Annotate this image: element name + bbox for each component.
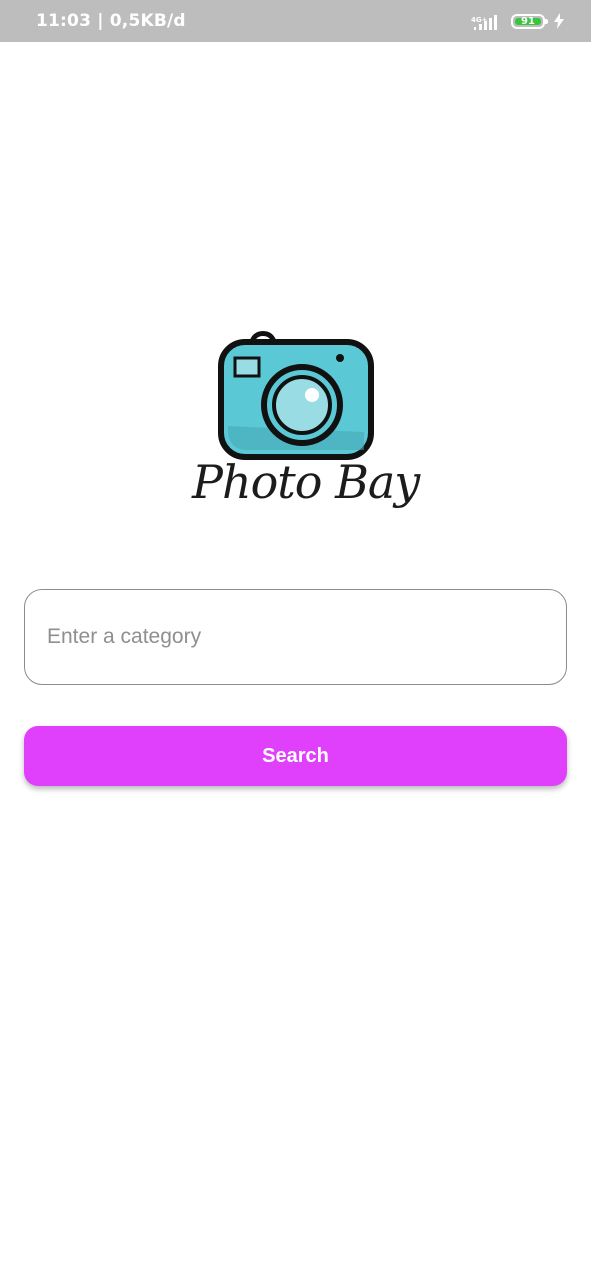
- logo-text: Photo Bay: [192, 455, 420, 509]
- category-search-input[interactable]: [24, 589, 567, 685]
- status-bar: 11:03 | 0,5KB/d 4G+ 91: [0, 0, 591, 42]
- battery-icon: 91: [511, 13, 548, 29]
- status-icons: 4G+ 91: [471, 0, 565, 42]
- signal-icon: 4G+: [471, 9, 503, 33]
- charging-icon: [554, 13, 564, 29]
- battery-level: 91: [521, 15, 535, 27]
- search-button[interactable]: Search: [24, 726, 567, 786]
- status-time-speed: 11:03 | 0,5KB/d: [36, 11, 186, 31]
